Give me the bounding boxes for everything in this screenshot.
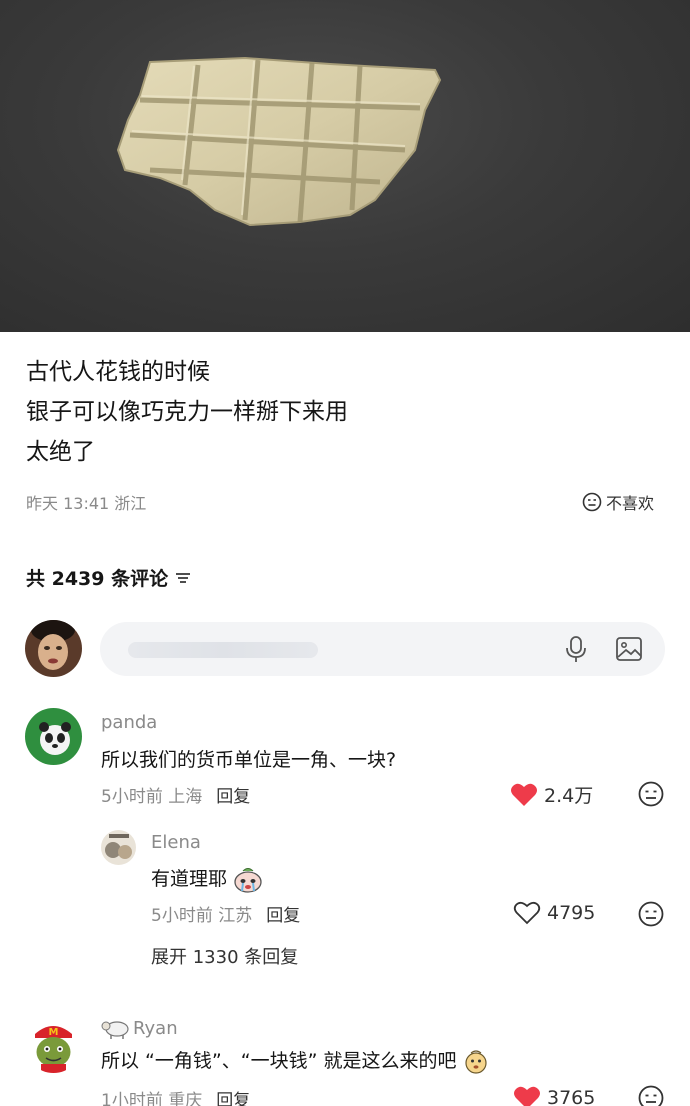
comment-text-row: 所以 “一角钱”、“一块钱” 就是这么来的吧: [101, 1046, 489, 1075]
sheep-icon: [101, 1021, 129, 1039]
sort-icon[interactable]: [174, 571, 192, 585]
image-icon[interactable]: [615, 636, 643, 662]
comment-count-label: 共 2439 条评论: [26, 568, 169, 590]
neutral-face-icon: [582, 492, 602, 512]
reply-time-location: 5小时前 江苏: [151, 906, 253, 926]
comment-username[interactable]: panda: [101, 712, 157, 733]
dislike-label: 不喜欢: [605, 494, 654, 513]
comment-count: 共 2439 条评论: [26, 564, 192, 591]
like-count: 2.4万: [544, 785, 594, 807]
user-photo-icon: [25, 620, 82, 677]
dislike-face-icon[interactable]: [638, 781, 664, 807]
heart-outline-icon: [513, 901, 541, 925]
avatar[interactable]: [101, 830, 136, 865]
svg-text:M: M: [49, 1027, 59, 1038]
comment-time-location: 1小时前 重庆: [101, 1091, 203, 1106]
like-button[interactable]: 3765: [513, 1085, 595, 1106]
thinking-emoji-icon: [464, 1049, 487, 1074]
reply-text-label: 有道理耶: [151, 868, 228, 890]
post-time-location: 昨天 13:41 浙江: [26, 494, 147, 513]
comment-meta: 5小时前 上海 回复: [101, 782, 250, 807]
avatar[interactable]: [25, 708, 82, 765]
reply-text: 有道理耶: [151, 864, 263, 893]
post-photo[interactable]: [0, 0, 690, 332]
comment-username-row[interactable]: Ryan: [101, 1017, 178, 1039]
heart-filled-icon: [514, 1086, 540, 1106]
reply-button[interactable]: 回复: [216, 1091, 250, 1106]
avatar[interactable]: M: [25, 1016, 82, 1073]
silver-ingot-image: [116, 56, 442, 227]
reply-button[interactable]: 回复: [266, 906, 300, 926]
panda-avatar-icon: [25, 708, 82, 765]
caption-line: 太绝了: [26, 439, 95, 465]
like-count: 3765: [547, 1086, 596, 1106]
dislike-button[interactable]: 不喜欢: [582, 490, 654, 514]
heart-filled-icon: [511, 783, 537, 806]
like-count: 4795: [547, 901, 596, 924]
microphone-icon[interactable]: [563, 635, 589, 663]
comment-meta: 1小时前 重庆 回复: [101, 1086, 250, 1106]
like-button[interactable]: 2.4万: [510, 781, 593, 808]
ryan-avatar-icon: M: [25, 1016, 82, 1073]
like-button[interactable]: 4795: [513, 900, 595, 925]
comment-text: 所以 “一角钱”、“一块钱” 就是这么来的吧: [101, 1050, 457, 1072]
crying-emoji-icon: [234, 867, 262, 893]
comment-time-location: 5小时前 上海: [101, 787, 203, 807]
elena-avatar-icon: [101, 830, 136, 865]
dislike-face-icon[interactable]: [638, 1085, 664, 1106]
comment-username[interactable]: Ryan: [133, 1018, 178, 1039]
comment-input[interactable]: [100, 622, 665, 676]
reply-button[interactable]: 回复: [216, 787, 250, 807]
caption-line: 古代人花钱的时候: [26, 359, 210, 385]
post-caption: 古代人花钱的时候 银子可以像巧克力一样掰下来用 太绝了: [26, 352, 348, 472]
my-avatar[interactable]: [25, 620, 82, 677]
reply-meta: 5小时前 江苏 回复: [151, 901, 300, 926]
input-placeholder-blur: [128, 642, 318, 658]
dislike-face-icon[interactable]: [638, 901, 664, 927]
reply-username[interactable]: Elena: [151, 832, 201, 853]
comment-text: 所以我们的货币单位是一角、一块?: [101, 749, 397, 771]
expand-replies-button[interactable]: 展开 1330 条回复: [151, 943, 298, 969]
caption-line: 银子可以像巧克力一样掰下来用: [26, 399, 348, 425]
